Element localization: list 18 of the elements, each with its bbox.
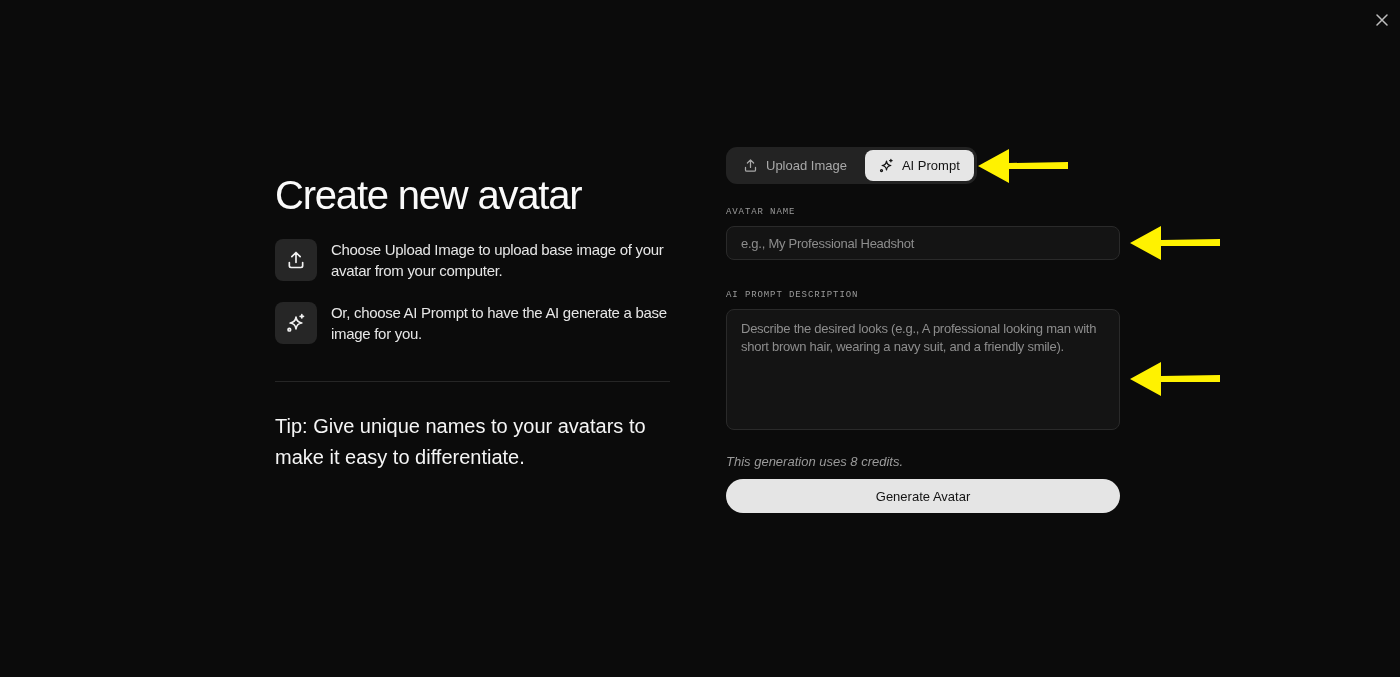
upload-icon	[743, 158, 758, 173]
instruction-text: Or, choose AI Prompt to have the AI generate a base image for you.	[331, 303, 668, 344]
close-button[interactable]	[1376, 14, 1388, 26]
upload-icon	[275, 239, 317, 281]
close-icon	[1376, 14, 1388, 26]
sparkle-icon	[275, 302, 317, 344]
prompt-textarea[interactable]: Describe the desired looks (e.g., A professional looking man with short brown hair, wearing a navy suit, and a friendly smile).	[726, 309, 1120, 430]
name-input[interactable]: e.g., My Professional Headshot	[726, 226, 1120, 260]
mode-tab[interactable]: AI Prompt	[864, 150, 974, 181]
mode-tab[interactable]: Upload Image	[729, 150, 861, 181]
page-title: Create new avatar	[275, 172, 582, 219]
instruction-text: Choose Upload Image to upload base image of your avatar from your computer.	[331, 240, 665, 281]
tip-text: Tip: Give unique names to your avatars to make it easy to differentiate.	[275, 414, 647, 470]
field-label: AI PROMPT DESCRIPTION	[726, 289, 859, 301]
field-label: AVATAR NAME	[726, 206, 796, 218]
credits-note: This generation uses 8 credits.	[726, 454, 904, 470]
sparkle-icon	[878, 158, 894, 173]
generate-button[interactable]: Generate Avatar	[726, 479, 1120, 513]
